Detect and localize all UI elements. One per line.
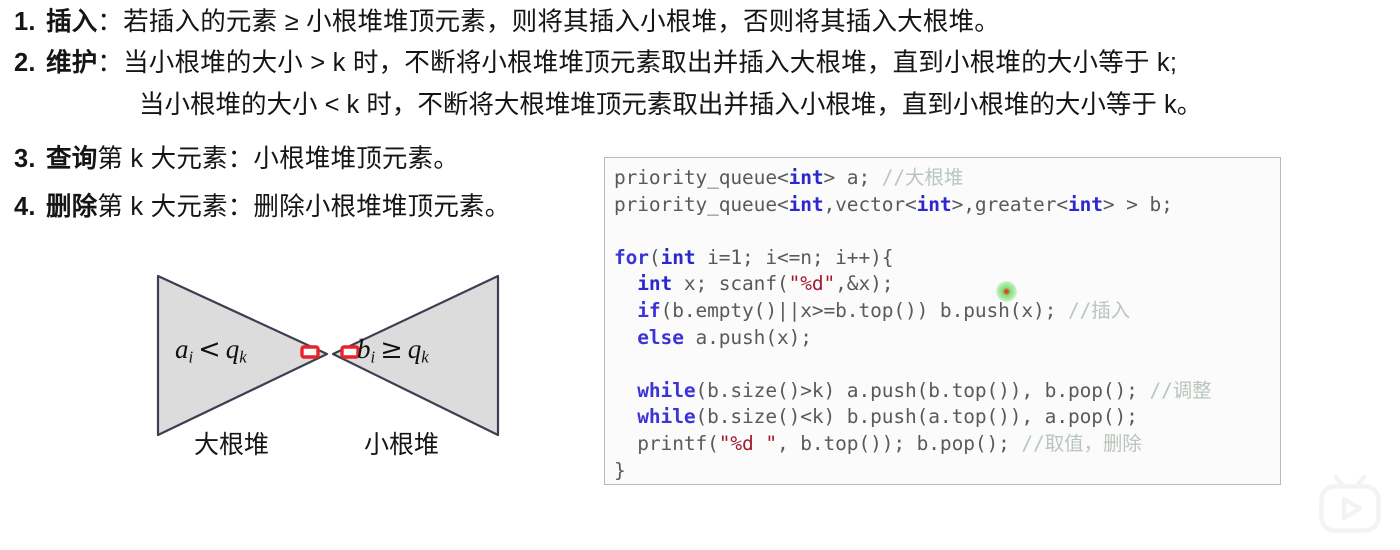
code-token: int — [660, 245, 696, 269]
tv-play-logo-icon — [1316, 473, 1384, 535]
list-item-number: 1. — [14, 8, 36, 36]
code-token: ,vector< — [823, 192, 917, 216]
code-token: < — [776, 166, 789, 189]
code-token: int — [637, 272, 673, 296]
code-token: } — [614, 458, 626, 482]
code-token: ( — [648, 245, 661, 269]
list-item-keyword: 插入 — [46, 8, 98, 36]
code-token: priority_queue — [614, 192, 777, 216]
formula-var-q: q — [225, 334, 240, 364]
list-item-subtext: 当小根堆的大小 < k 时，不断将大根堆堆顶元素取出并插入小根堆，直到小根堆的大… — [139, 90, 1203, 119]
code-token: "%d " — [718, 431, 777, 455]
code-line: while(b.size()<k) b.push(a.top()), a.pop… — [614, 404, 1212, 431]
code-token: //插入 — [1067, 298, 1131, 322]
min-heap-top-marker — [340, 345, 360, 359]
code-token: else — [637, 325, 684, 349]
list-item-text: ：若插入的元素 ≥ 小根堆堆顶元素，则将其插入小根堆，否则将其插入大根堆。 — [97, 8, 1000, 36]
code-token: while — [637, 378, 696, 402]
list-item-keyword: 删除 — [46, 193, 98, 222]
code-token: //取值，删除 — [1021, 431, 1142, 455]
code-content: priority_queue<int> a; //大根堆 priority_que… — [614, 165, 1212, 484]
max-heap-top-marker — [300, 345, 320, 359]
list-item-text: 第 k 大元素：小根堆堆顶元素。 — [97, 144, 460, 173]
code-token: int — [788, 166, 824, 189]
min-heap-formula: bi ≥ qk — [357, 334, 429, 368]
code-line: if(b.empty()||x>=b.top()) b.push(x); //插… — [614, 298, 1212, 325]
list-item-subline: 2. 当小根堆的大小 < k 时，不断将大根堆堆顶元素取出并插入小根堆，直到小根… — [14, 85, 1394, 126]
code-token: (b.size()>k) a.push(b.top()), b.pop(); — [695, 378, 1150, 402]
code-token: x; scanf( — [672, 272, 789, 296]
code-token: int — [788, 192, 824, 216]
code-line: else a.push(x); — [614, 325, 1212, 352]
code-token: , b.top()); b.pop(); — [776, 431, 1022, 455]
code-line: priority_queue<int> a; //大根堆 — [614, 165, 1212, 192]
list-item-number: 2. — [14, 49, 36, 78]
code-token: printf( — [614, 431, 719, 455]
mouse-cursor-highlight — [996, 281, 1017, 302]
list-item: 1. 插入：若插入的元素 ≥ 小根堆堆顶元素，则将其插入小根堆，否则将其插入大根… — [14, 2, 1394, 43]
min-heap-label: 小根堆 — [364, 431, 440, 459]
code-line: } — [614, 458, 1212, 484]
code-line: for(int i=1; i<=n; i++){ — [614, 245, 1212, 272]
code-token: (b.empty()||x>=b.top()) b.push(x); — [660, 298, 1068, 322]
code-line: int x; scanf("%d",&x); — [614, 271, 1212, 298]
list-item-keyword: 查询 — [46, 144, 98, 173]
code-token: (b.size()<k) b.push(a.top()), a.pop(); — [695, 405, 1138, 429]
code-token: i=1; i<=n; i++){ — [695, 245, 894, 269]
formula-var-q: q — [407, 334, 422, 364]
list-item-keyword: 维护 — [46, 49, 98, 78]
code-token: for — [614, 245, 649, 269]
max-heap-label: 大根堆 — [194, 431, 270, 459]
code-token: < — [776, 192, 789, 216]
code-token: int — [916, 192, 952, 216]
list-item: 2. 维护：当小根堆的大小 > k 时，不断将小根堆堆顶元素取出并插入大根堆，直… — [14, 43, 1394, 84]
tv-play-logo-svg — [1319, 474, 1381, 533]
formula-sub-k: k — [421, 347, 429, 367]
code-line: priority_queue<int,vector<int>,greater<i… — [614, 192, 1212, 219]
list-item-text: ：当小根堆的大小 > k 时，不断将小根堆堆顶元素取出并插入大根堆，直到小根堆的… — [97, 49, 1178, 78]
formula-sub-k: k — [239, 347, 247, 367]
max-heap-formula: ai < qk — [175, 334, 247, 368]
code-token: a.push(x); — [683, 325, 812, 349]
code-line: while(b.size()>k) a.push(b.top()), b.pop… — [614, 378, 1212, 405]
code-token: //大根堆 — [881, 166, 964, 189]
code-token: "%d" — [788, 272, 836, 296]
formula-var-b: b — [357, 334, 371, 364]
code-token: >,greater< — [951, 192, 1069, 216]
code-line: printf("%d ", b.top()); b.pop(); //取值，删除 — [614, 431, 1212, 458]
list-item-body: 插入：若插入的元素 ≥ 小根堆堆顶元素，则将其插入小根堆，否则将其插入大根堆。 — [46, 2, 1394, 43]
formula-operator: < — [198, 334, 221, 365]
list-item-number: 4. — [14, 193, 36, 222]
code-token: //调整 — [1149, 378, 1212, 402]
formula-var-a: a — [175, 334, 189, 364]
code-token: int — [1067, 192, 1103, 216]
code-token: ,&x); — [835, 272, 894, 296]
code-token: if — [637, 298, 661, 322]
formula-operator: ≥ — [380, 334, 403, 365]
heap-diagram: ai < qk bi ≥ qk 大根堆 小根堆 — [140, 262, 520, 462]
code-token: > > b; — [1102, 192, 1173, 216]
code-block: priority_queue<int> a; //大根堆 priority_que… — [604, 157, 1281, 485]
code-token: while — [637, 405, 696, 429]
list-item-text: 第 k 大元素：删除小根堆堆顶元素。 — [97, 193, 511, 222]
list-item-number: 3. — [14, 144, 36, 173]
code-token: priority_queue — [614, 166, 777, 189]
list-item-body: 维护：当小根堆的大小 > k 时，不断将小根堆堆顶元素取出并插入大根堆，直到小根… — [46, 43, 1394, 84]
code-token: > a; — [823, 166, 882, 189]
